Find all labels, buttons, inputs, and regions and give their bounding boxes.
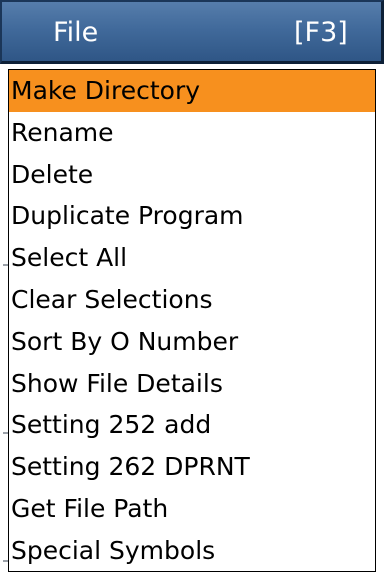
menu-item-get-file-path[interactable]: Get File Path — [9, 488, 375, 530]
menu-item-clear-selections[interactable]: Clear Selections — [9, 279, 375, 321]
menu-shortcut-key: [F3] — [294, 17, 348, 48]
menu-item-setting-262-dprnt[interactable]: Setting 262 DPRNT — [9, 446, 375, 488]
menu-item-duplicate-program[interactable]: Duplicate Program — [9, 195, 375, 237]
menu-item-setting-252-add[interactable]: Setting 252 add — [9, 404, 375, 446]
menu-item-sort-by-o-number[interactable]: Sort By O Number — [9, 321, 375, 363]
menu-item-show-file-details[interactable]: Show File Details — [9, 363, 375, 405]
file-dropdown-menu: Make Directory Rename Delete Duplicate P… — [8, 69, 376, 572]
menu-item-rename[interactable]: Rename — [9, 112, 375, 154]
menu-item-select-all[interactable]: Select All — [9, 237, 375, 279]
menu-item-delete[interactable]: Delete — [9, 154, 375, 196]
file-menu-header[interactable]: File [F3] — [0, 0, 384, 64]
menu-title: File — [53, 17, 99, 48]
menu-item-special-symbols[interactable]: Special Symbols — [9, 530, 375, 572]
file-menu-screen: File [F3] Make Directory Rename Delete D… — [0, 0, 384, 575]
menu-item-list: Make Directory Rename Delete Duplicate P… — [9, 70, 375, 572]
menu-item-make-directory[interactable]: Make Directory — [9, 70, 375, 112]
